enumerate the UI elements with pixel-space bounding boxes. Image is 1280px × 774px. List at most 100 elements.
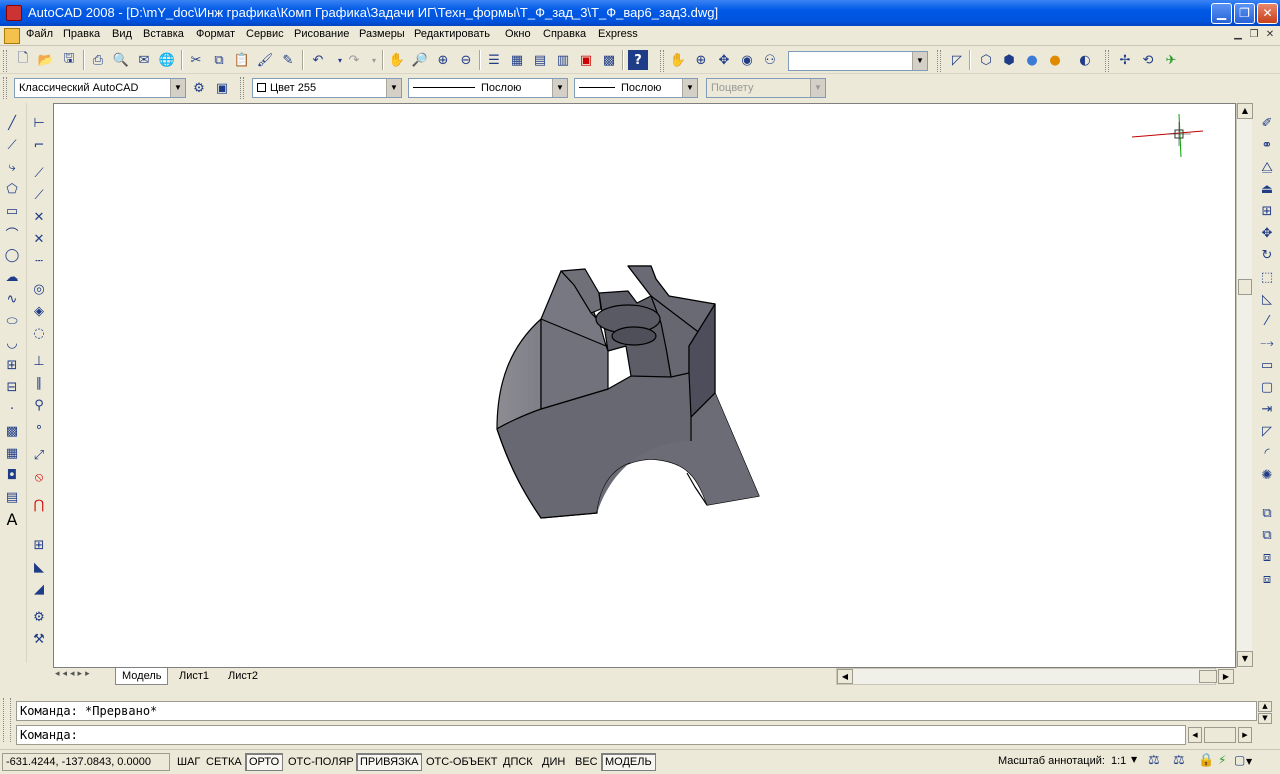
draw-order-front-icon[interactable]: ⧉	[1257, 503, 1277, 523]
ellipse-arc-icon[interactable]: ◡	[2, 333, 22, 353]
coordinates-display[interactable]: -631.4244, -137.0843, 0.0000	[2, 753, 170, 771]
2d-wireframe-icon[interactable]: ◸	[947, 50, 967, 70]
spline-icon[interactable]: ∿	[2, 289, 22, 309]
aligned-dim-icon[interactable]: ⟋	[29, 163, 49, 183]
snap-node-icon[interactable]: ∘	[29, 417, 49, 437]
rotate-icon[interactable]: ↻	[1257, 245, 1277, 265]
match-properties-icon[interactable]: 🖌	[255, 50, 275, 70]
table-icon[interactable]: ▤	[2, 487, 22, 507]
model-toggle[interactable]: МОДЕЛЬ	[601, 753, 656, 771]
menu-help[interactable]: Справка	[543, 28, 586, 40]
draw-order-back-icon[interactable]: ⧉	[1257, 525, 1277, 545]
move-icon[interactable]: ✥	[1257, 223, 1277, 243]
sheet-set-icon[interactable]: ▥	[553, 50, 573, 70]
print-preview-icon[interactable]: 🔍	[111, 50, 131, 70]
multiline-text-icon[interactable]: A	[2, 509, 22, 529]
dim-continue-icon[interactable]: ⊞	[29, 535, 49, 555]
lwt-toggle[interactable]: ВЕС	[571, 753, 602, 771]
zoom-window-icon[interactable]: ⊕	[433, 50, 453, 70]
offset-icon[interactable]: ⏏	[1257, 179, 1277, 199]
fillet-icon[interactable]: ◜	[1257, 443, 1277, 463]
mdi-minimize-button[interactable]: ▁	[1231, 29, 1245, 42]
ucs-world-icon[interactable]: ✈	[1161, 50, 1181, 70]
horizontal-scrollbar[interactable]: ◀ ▶	[836, 668, 1234, 685]
design-center-icon[interactable]: ▦	[507, 50, 527, 70]
tab-navigation-icon[interactable]: ◂◂◂▸▸	[55, 669, 113, 684]
drawing-area[interactable]	[53, 103, 1236, 668]
command-scroll-left-button[interactable]: ◀	[1188, 727, 1202, 743]
command-input[interactable]: Команда:	[16, 725, 1186, 745]
draw-order-above-icon[interactable]: ⧈	[1257, 547, 1277, 567]
annotation-visibility-icon[interactable]: ⚖	[1148, 753, 1160, 768]
snap-perpendicular-icon[interactable]: ⊥	[29, 351, 49, 371]
otrack-toggle[interactable]: ОТС-ОБЪЕКТ	[422, 753, 501, 771]
snap-center-icon[interactable]: ◎	[29, 279, 49, 299]
dim-style-icon[interactable]: ◢	[29, 579, 49, 599]
revision-cloud-icon[interactable]: ☁	[2, 267, 22, 287]
realistic-icon[interactable]: ●	[1022, 50, 1042, 70]
print-icon[interactable]: ⎙	[88, 50, 108, 70]
toolbar-grip[interactable]	[937, 50, 941, 72]
ucs-orbit-icon[interactable]: ⟲	[1138, 50, 1158, 70]
chamfer-icon[interactable]: ◸	[1257, 421, 1277, 441]
join-icon[interactable]: ⇥	[1257, 399, 1277, 419]
menu-modify[interactable]: Редактировать	[414, 28, 490, 40]
command-scroll-up-button[interactable]: ▲	[1258, 701, 1272, 712]
linetype-combo[interactable]: Послою ▼	[408, 78, 568, 98]
open-icon[interactable]: 📂	[36, 50, 56, 70]
3d-hidden-icon[interactable]: ⬢	[999, 50, 1019, 70]
3d-solid-model[interactable]	[496, 265, 760, 519]
erase-icon[interactable]: ✐	[1257, 113, 1277, 133]
dim-update-icon[interactable]: ⚙	[29, 607, 49, 627]
gradient-icon[interactable]: ▦	[2, 443, 22, 463]
zoom-realtime-icon[interactable]: 🔎	[410, 50, 430, 70]
linear-dim-icon[interactable]: ⊢	[29, 113, 49, 133]
lineweight-combo[interactable]: Послою ▼	[574, 78, 698, 98]
menu-edit[interactable]: Правка	[63, 28, 100, 40]
rectangle-icon[interactable]: ▭	[2, 201, 22, 221]
explode-icon[interactable]: ✺	[1257, 465, 1277, 485]
command-scroll-down-button[interactable]: ▼	[1258, 713, 1272, 724]
insert-block-icon[interactable]: ⊞	[2, 355, 22, 375]
hatch-icon[interactable]: ▩	[2, 421, 22, 441]
tab-layout2[interactable]: Лист2	[222, 668, 264, 685]
dim-tedit-icon[interactable]: ⚒	[29, 629, 49, 649]
menu-tools[interactable]: Сервис	[246, 28, 284, 40]
scroll-thumb[interactable]	[1238, 279, 1252, 295]
snap-nearest-icon[interactable]: ⤢	[29, 445, 49, 465]
paste-icon[interactable]: 📋	[232, 50, 252, 70]
draw-order-under-icon[interactable]: ⧈	[1257, 569, 1277, 589]
scroll-down-button[interactable]: ▼	[1237, 651, 1253, 667]
dim-baseline-icon[interactable]: ◣	[29, 557, 49, 577]
3d-wireframe-icon[interactable]: ⬡	[976, 50, 996, 70]
color-combo[interactable]: Цвет 255 ▼	[252, 78, 402, 98]
radius-icon[interactable]: ✕	[29, 207, 49, 227]
clean-screen-icon[interactable]: ▢	[1234, 753, 1245, 767]
menu-express[interactable]: Express	[598, 28, 638, 40]
auto-scale-icon[interactable]: ⚖	[1173, 753, 1185, 768]
copy-icon[interactable]: ⧉	[209, 50, 229, 70]
trim-icon[interactable]: ⁄	[1257, 311, 1277, 331]
view-combo[interactable]: ▼	[788, 51, 928, 71]
zoom-previous-icon[interactable]: ⊖	[456, 50, 476, 70]
redo-dropdown-icon[interactable]: ▾	[364, 50, 384, 70]
toolbar-grip[interactable]	[1105, 50, 1109, 72]
mdi-close-button[interactable]: ✕	[1263, 29, 1277, 42]
workspace-combo[interactable]: Классический AutoCAD ▼	[14, 78, 186, 98]
extend-icon[interactable]: ⤍	[1257, 333, 1277, 353]
menu-format[interactable]: Формат	[196, 28, 235, 40]
line-icon[interactable]: ╱	[2, 113, 22, 133]
document-icon[interactable]	[4, 28, 20, 44]
circle-icon[interactable]: ◯	[2, 245, 22, 265]
scale-icon[interactable]: ⬚	[1257, 267, 1277, 287]
orbit-icon[interactable]: ✥	[714, 50, 734, 70]
copy-object-icon[interactable]: ⚭	[1257, 135, 1277, 155]
menu-dimension[interactable]: Размеры	[359, 28, 405, 40]
tab-layout1[interactable]: Лист1	[173, 668, 215, 685]
menu-insert[interactable]: Вставка	[143, 28, 184, 40]
ducs-toggle[interactable]: ДПСК	[499, 753, 537, 771]
toolbar-grip[interactable]	[3, 50, 7, 72]
break-icon[interactable]: ▢	[1257, 377, 1277, 397]
conceptual-icon[interactable]: ●	[1045, 50, 1065, 70]
h-scroll-thumb[interactable]	[1199, 670, 1217, 683]
